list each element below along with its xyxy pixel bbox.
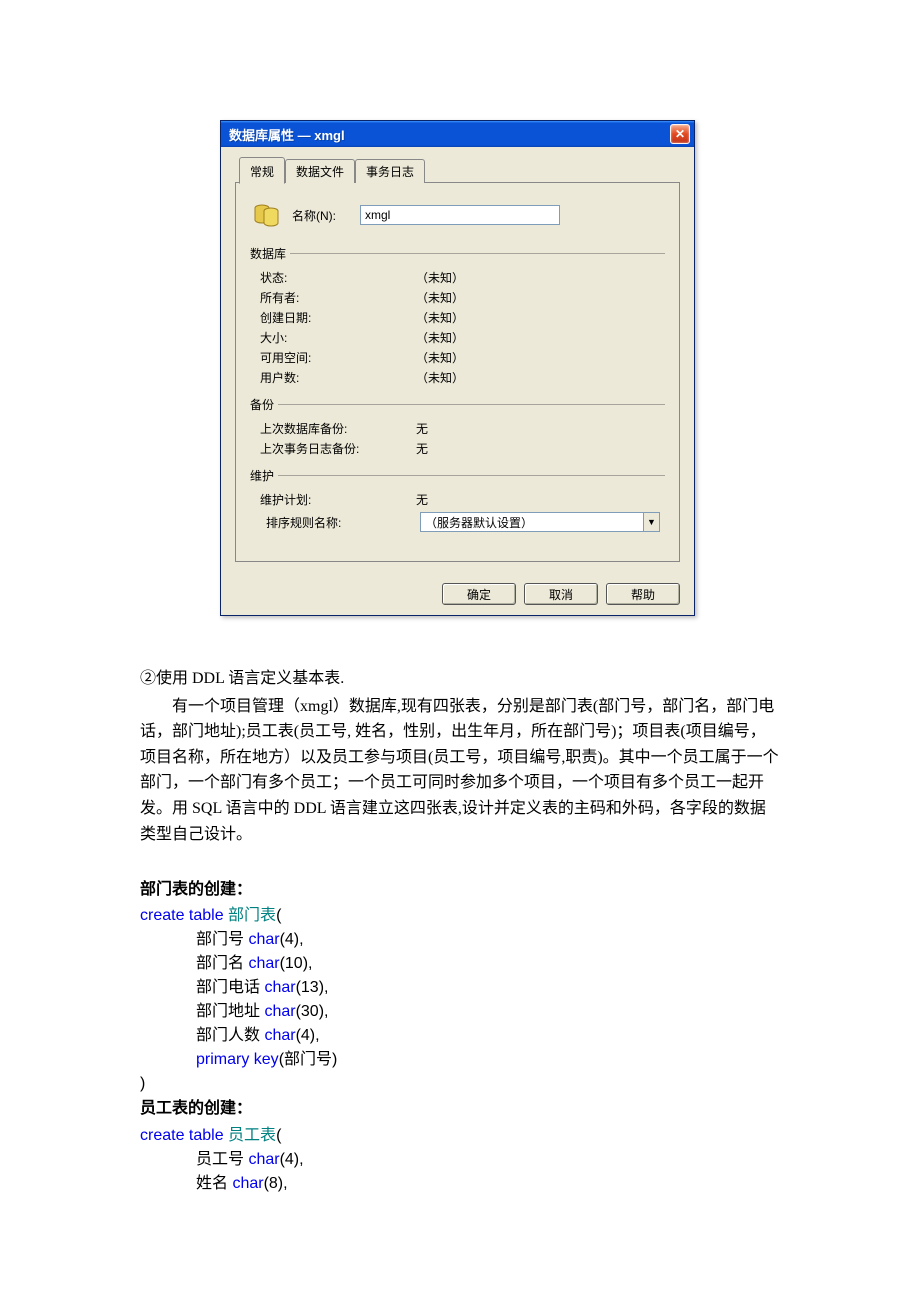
status-value: （未知） [416, 268, 663, 288]
titlebar: 数据库属性 — xmgl ✕ [221, 121, 694, 147]
sql-emp: create table 员工表( 员工号 char(4), 姓名 char(8… [140, 1124, 780, 1196]
tbl-emp: 员工表 [224, 1127, 276, 1144]
dept-col-1: 部门号 [196, 931, 248, 948]
close-button[interactable]: ✕ [670, 124, 690, 144]
cancel-button[interactable]: 取消 [524, 583, 598, 605]
size-label: 大小: [256, 328, 416, 348]
heading-dept: 部门表的创建： [140, 877, 780, 903]
emp-col-1: 员工号 [196, 1151, 248, 1168]
kw-create-table: create table [140, 907, 224, 924]
usercount-label: 用户数: [256, 368, 416, 388]
section-database-legend: 数据库 [250, 245, 290, 262]
owner-value: （未知） [416, 288, 663, 308]
section-maintenance-legend: 维护 [250, 467, 278, 484]
kw-char: char [264, 1027, 295, 1044]
open-paren-2: ( [276, 1127, 281, 1144]
lastlogbackup-value: 无 [416, 439, 663, 459]
size-value: （未知） [416, 328, 663, 348]
kw-char: char [232, 1175, 263, 1192]
maintplan-value: 无 [416, 490, 663, 510]
heading-emp: 员工表的创建： [140, 1096, 780, 1122]
emp-col-2-type: (8), [264, 1175, 288, 1192]
tbl-dept: 部门表 [224, 907, 276, 924]
usercount-value: （未知） [416, 368, 663, 388]
ok-button[interactable]: 确定 [442, 583, 516, 605]
window-title: 数据库属性 — xmgl [229, 125, 670, 144]
chevron-down-icon: ▼ [643, 513, 659, 531]
dept-col-2: 部门名 [196, 955, 248, 972]
open-paren: ( [276, 907, 281, 924]
dept-col-5: 部门人数 [196, 1027, 264, 1044]
lead-paragraph: ②使用 DDL 语言定义基本表. [140, 666, 780, 692]
tab-strip: 常规 数据文件 事务日志 [239, 157, 680, 183]
tab-txlog[interactable]: 事务日志 [355, 159, 425, 183]
created-label: 创建日期: [256, 308, 416, 328]
lastdbbackup-label: 上次数据库备份: [256, 419, 416, 439]
section-maintenance: 维护 维护计划:无 排序规则名称: （服务器默认设置） ▼ [250, 467, 665, 534]
close-icon: ✕ [675, 127, 685, 141]
kw-char: char [248, 1151, 279, 1168]
db-properties-dialog: 数据库属性 — xmgl ✕ 常规 数据文件 事务日志 [220, 120, 695, 616]
help-button[interactable]: 帮助 [606, 583, 680, 605]
kw-char: char [248, 955, 279, 972]
document-body: ②使用 DDL 语言定义基本表. 有一个项目管理（xmgl）数据库,现有四张表，… [140, 666, 780, 1196]
collation-select[interactable]: （服务器默认设置） ▼ [420, 512, 660, 532]
dept-col-3: 部门电话 [196, 979, 264, 996]
emp-col-1-type: (4), [280, 1151, 304, 1168]
freespace-label: 可用空间: [256, 348, 416, 368]
body-paragraph-1: 有一个项目管理（xmgl）数据库,现有四张表，分别是部门表(部门号，部门名，部门… [140, 694, 780, 848]
close-paren: ) [140, 1075, 145, 1092]
kw-create-table-2: create table [140, 1127, 224, 1144]
collation-value: （服务器默认设置） [421, 514, 643, 531]
database-icon [250, 199, 282, 231]
name-label: 名称(N): [292, 207, 360, 224]
dept-col-3-type: (13), [296, 979, 329, 996]
owner-label: 所有者: [256, 288, 416, 308]
dept-col-4-type: (30), [296, 1003, 329, 1020]
collation-label: 排序规则名称: [256, 514, 420, 531]
lastdbbackup-value: 无 [416, 419, 663, 439]
kw-char: char [264, 979, 295, 996]
status-label: 状态: [256, 268, 416, 288]
dept-col-4: 部门地址 [196, 1003, 264, 1020]
tab-general[interactable]: 常规 [239, 157, 285, 184]
created-value: （未知） [416, 308, 663, 328]
emp-col-2: 姓名 [196, 1175, 232, 1192]
dept-col-5-type: (4), [296, 1027, 320, 1044]
kw-char: char [248, 931, 279, 948]
section-backup: 备份 上次数据库备份:无 上次事务日志备份:无 [250, 396, 665, 461]
maintplan-label: 维护计划: [256, 490, 416, 510]
dept-col-2-type: (10), [280, 955, 313, 972]
tab-datafiles[interactable]: 数据文件 [285, 159, 355, 183]
sql-dept: create table 部门表( 部门号 char(4), 部门名 char(… [140, 904, 780, 1096]
dialog-button-row: 确定 取消 帮助 [221, 574, 694, 615]
section-database: 数据库 状态:（未知） 所有者:（未知） 创建日期:（未知） 大小:（未知） 可… [250, 245, 665, 390]
dept-pk: (部门号) [279, 1051, 338, 1068]
name-input[interactable] [360, 205, 560, 225]
tab-panel-general: 名称(N): 数据库 状态:（未知） 所有者:（未知） 创建日期:（未知） 大小… [235, 182, 680, 562]
lastlogbackup-label: 上次事务日志备份: [256, 439, 416, 459]
kw-char: char [264, 1003, 295, 1020]
section-backup-legend: 备份 [250, 396, 278, 413]
kw-primary-key: primary key [196, 1051, 279, 1068]
dept-col-1-type: (4), [280, 931, 304, 948]
freespace-value: （未知） [416, 348, 663, 368]
